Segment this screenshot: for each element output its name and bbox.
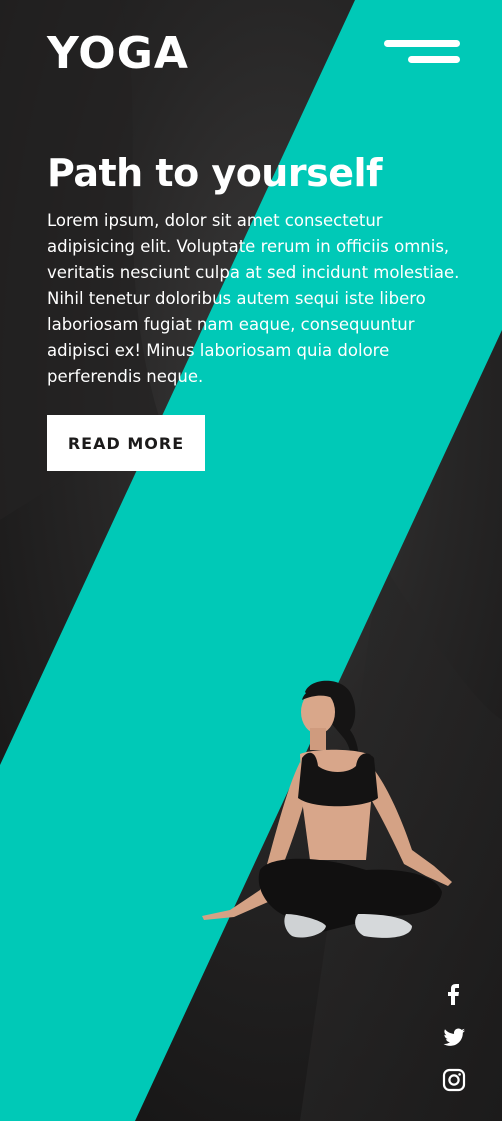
hamburger-menu-icon[interactable] <box>382 38 460 66</box>
read-more-button[interactable]: READ MORE <box>47 415 205 471</box>
yoga-woman-image <box>202 680 452 938</box>
hero-title: Path to yourself <box>47 151 383 195</box>
hero-description: Lorem ipsum, dolor sit amet consectetur … <box>47 211 460 386</box>
menu-bar-top <box>384 40 460 47</box>
page: YOGA Path to yourself Lorem ipsum, dolor… <box>0 0 502 1121</box>
logo[interactable]: YOGA <box>47 30 189 78</box>
facebook-icon[interactable] <box>440 980 468 1008</box>
instagram-icon[interactable] <box>440 1066 468 1094</box>
twitter-icon[interactable] <box>440 1023 468 1051</box>
social-links <box>440 980 468 1109</box>
menu-bar-bottom <box>408 56 460 63</box>
